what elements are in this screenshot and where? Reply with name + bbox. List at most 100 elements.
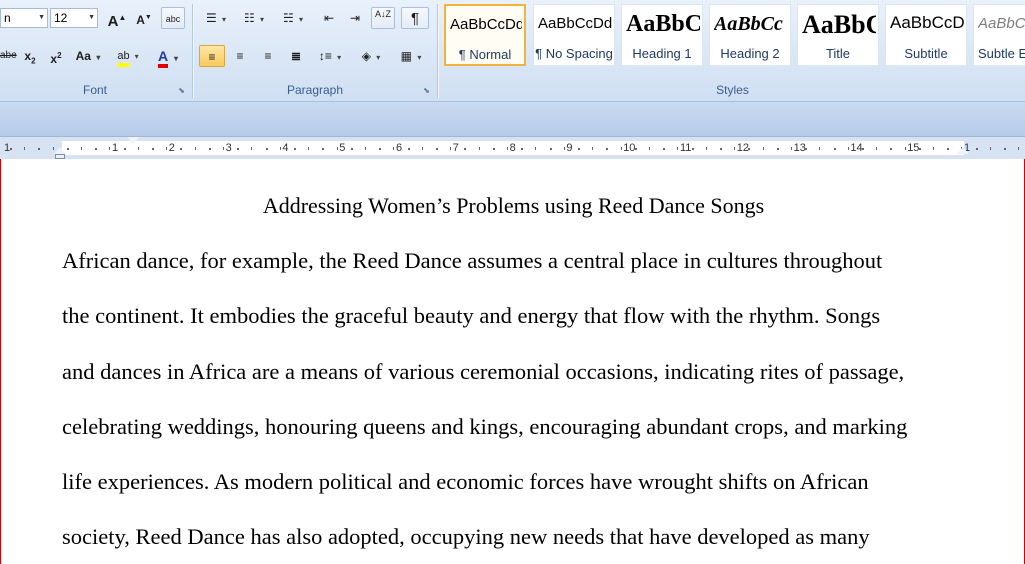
ruler-number: 7 bbox=[452, 142, 459, 154]
ruler-number: 5 bbox=[339, 142, 346, 154]
shading-button[interactable]: ◈ bbox=[353, 45, 389, 67]
right-indent-marker[interactable] bbox=[957, 147, 969, 154]
style-sample: AaBbCcDd bbox=[450, 16, 522, 33]
change-case-button[interactable]: Aa bbox=[72, 45, 104, 67]
style-name: Heading 1 bbox=[632, 46, 692, 61]
paragraph-line: the continent. It embodies the graceful … bbox=[62, 303, 881, 328]
style-name: Heading 2 bbox=[720, 46, 780, 61]
chevron-down-icon: ▼ bbox=[38, 14, 45, 21]
paragraph-line: society, Reed Dance has also adopted, oc… bbox=[62, 524, 870, 549]
ruler-tick bbox=[109, 147, 111, 150]
style-sample: AaBbCcDd bbox=[538, 15, 612, 32]
ruler-tick bbox=[1018, 147, 1020, 150]
ruler-tick bbox=[308, 147, 310, 150]
style-sample: AaBbCcD bbox=[978, 15, 1025, 32]
hanging-indent-marker[interactable] bbox=[54, 147, 66, 154]
ruler-tick bbox=[578, 148, 580, 150]
align-center-button[interactable]: ≡ bbox=[227, 45, 253, 67]
multilevel-list-icon: ☵ bbox=[282, 11, 294, 25]
ruler-tick bbox=[918, 148, 921, 150]
style-title[interactable]: AaBbC Title bbox=[797, 4, 879, 66]
font-color-label: A bbox=[157, 48, 169, 64]
style-normal[interactable]: AaBbCcDd ¶ Normal bbox=[444, 4, 526, 66]
ruler-number: 14 bbox=[850, 142, 863, 154]
ruler-tick bbox=[152, 148, 154, 150]
document-page[interactable]: Addressing Women’s Problems using Reed D… bbox=[0, 159, 1025, 564]
style-no-spacing[interactable]: AaBbCcDd ¶ No Spacing bbox=[533, 4, 615, 66]
ruler-tick bbox=[237, 148, 240, 150]
ruler-number: 11 bbox=[680, 142, 692, 154]
ruler-tick bbox=[663, 148, 666, 150]
ruler-tick bbox=[620, 147, 622, 150]
paragraph-group-label: Paragraph bbox=[286, 83, 344, 97]
highlight-button[interactable]: ab bbox=[110, 45, 146, 67]
line-spacing-icon: ↕≡ bbox=[318, 49, 332, 63]
ruler-tick bbox=[464, 148, 467, 150]
line-spacing-button[interactable]: ↕≡ bbox=[313, 45, 347, 67]
font-name-dropdown[interactable]: n ▼ bbox=[0, 8, 48, 28]
increase-indent-button[interactable]: ⇥ bbox=[343, 7, 367, 29]
align-right-icon: ≡ bbox=[264, 49, 272, 63]
ruler-tick bbox=[24, 147, 26, 150]
clear-formatting-button[interactable]: abc bbox=[161, 7, 185, 29]
paragraph-line: and dances in Africa are a means of vari… bbox=[62, 359, 905, 384]
ruler-tick bbox=[989, 147, 991, 150]
style-heading-2[interactable]: AaBbCc Heading 2 bbox=[709, 4, 791, 66]
ruler-tick bbox=[365, 147, 366, 150]
align-left-button[interactable]: ≡ bbox=[199, 45, 225, 67]
style-sample: AaBbCcD bbox=[890, 13, 964, 32]
ruler-tick bbox=[66, 148, 69, 150]
ribbon: n ▼ 12 ▼ A▲ A▼ abc abe x2 x2 Aa ab bbox=[0, 0, 1025, 102]
strikethrough-button[interactable]: abe bbox=[0, 45, 17, 67]
bullet-list-icon: ☰ bbox=[205, 11, 217, 25]
highlight-label: ab bbox=[117, 50, 130, 62]
multilevel-list-button[interactable]: ☵ bbox=[275, 7, 311, 29]
ruler-number: 6 bbox=[396, 142, 403, 154]
ruler-number: 10 bbox=[623, 142, 636, 154]
paint-bucket-icon: ◈ bbox=[361, 49, 371, 63]
dialog-launcher-icon[interactable]: ⬊ bbox=[177, 86, 186, 95]
ruler-tick bbox=[279, 147, 281, 150]
borders-button[interactable]: ▦ bbox=[393, 45, 429, 67]
style-heading-1[interactable]: AaBbC Heading 1 bbox=[621, 4, 703, 66]
borders-icon: ▦ bbox=[400, 49, 412, 63]
ruler-tick bbox=[592, 147, 594, 150]
decrease-indent-button[interactable]: ⇤ bbox=[317, 7, 341, 29]
ruler-tick bbox=[833, 148, 836, 150]
ruler-tick bbox=[393, 147, 395, 150]
ruler-number: 8 bbox=[509, 142, 516, 154]
style-sample: AaBbCc bbox=[714, 13, 783, 35]
superscript-button[interactable]: x2 bbox=[44, 45, 68, 67]
style-sample: AaBbC bbox=[626, 11, 700, 37]
bullets-button[interactable]: ☰ bbox=[199, 7, 233, 29]
ruler-tick bbox=[762, 147, 764, 150]
shrink-font-button[interactable]: A▼ bbox=[132, 7, 156, 29]
font-size-dropdown[interactable]: 12 ▼ bbox=[50, 8, 98, 28]
style-subtitle[interactable]: AaBbCcD Subtitle bbox=[885, 4, 967, 66]
ruler-tick bbox=[251, 147, 253, 150]
sort-button[interactable]: A↓Z bbox=[371, 7, 395, 29]
subscript-button[interactable]: x2 bbox=[18, 45, 42, 67]
style-subtle-emphasis[interactable]: AaBbCcD Subtle E bbox=[973, 4, 1025, 66]
ruler-tick bbox=[705, 147, 707, 150]
show-formatting-button[interactable]: ¶ bbox=[401, 7, 429, 29]
first-line-indent-marker[interactable] bbox=[127, 137, 139, 144]
superscript-mark: 2 bbox=[57, 51, 62, 60]
justify-button[interactable]: ≣ bbox=[283, 45, 309, 67]
ruler-number: 13 bbox=[793, 142, 806, 154]
align-right-button[interactable]: ≡ bbox=[255, 45, 281, 67]
styles-group: AaBbCcDd ¶ Normal AaBbCcDd ¶ No Spacing … bbox=[440, 0, 1025, 101]
ruler-tick bbox=[862, 148, 864, 150]
horizontal-ruler[interactable]: 1 1 2 3 4 5 6 7 8 9 10 11 12 13 14 15 1 bbox=[0, 136, 1025, 160]
ruler-tick bbox=[734, 147, 736, 150]
font-color-button[interactable]: A bbox=[150, 45, 186, 68]
numbering-button[interactable]: ☷ bbox=[237, 7, 271, 29]
ruler-tick bbox=[336, 147, 338, 150]
font-size-value: 12 bbox=[54, 11, 68, 25]
font-color-icon: A bbox=[157, 48, 169, 68]
grow-font-button[interactable]: A▲ bbox=[104, 7, 130, 30]
style-name: ¶ No Spacing bbox=[535, 46, 613, 61]
dialog-launcher-icon[interactable]: ⬊ bbox=[422, 86, 431, 95]
grow-font-icon: A bbox=[107, 13, 119, 30]
align-left-icon: ≡ bbox=[208, 50, 216, 64]
